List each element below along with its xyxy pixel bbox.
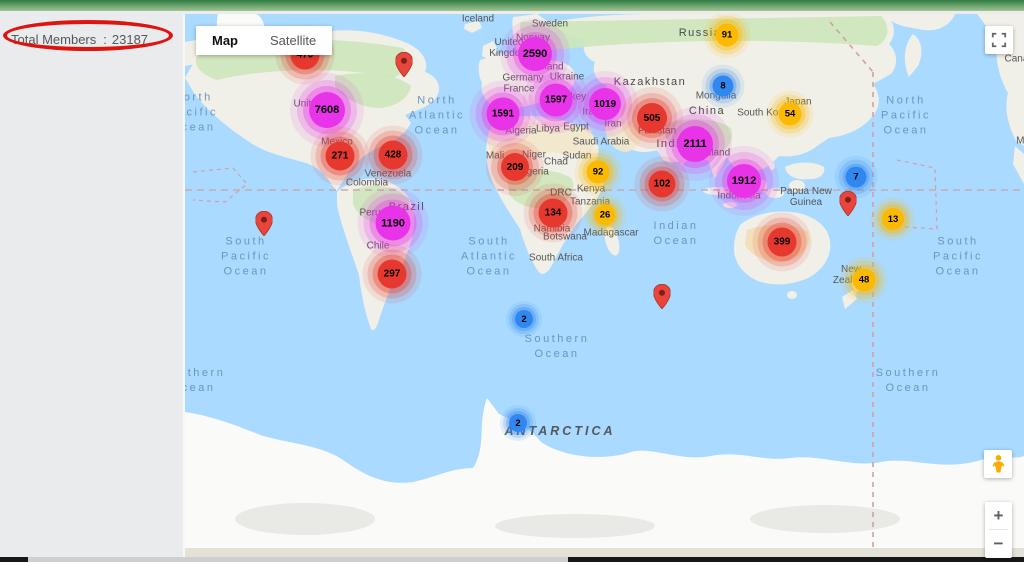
total-members-row: Total Members:23187: [0, 14, 185, 64]
map-pin[interactable]: [840, 191, 857, 216]
map-pin[interactable]: [654, 284, 671, 309]
cluster-marker[interactable]: 1597: [540, 84, 573, 117]
top-accent-bar: [0, 0, 1024, 11]
map-pin-icon: [654, 284, 671, 309]
annotation-ellipse: [3, 20, 173, 51]
sidebar: Total Members:23187: [0, 14, 185, 557]
zoom-in-button[interactable]: +: [985, 502, 1012, 529]
map-pin-icon: [840, 191, 857, 216]
cluster-marker[interactable]: 92: [587, 161, 610, 184]
cluster-marker[interactable]: 297: [378, 260, 407, 289]
map-pin[interactable]: [256, 211, 273, 236]
cluster-marker[interactable]: 7608: [309, 92, 345, 128]
zoom-out-button[interactable]: −: [985, 530, 1012, 557]
map-pin-icon: [256, 211, 273, 236]
map-tab[interactable]: Map: [196, 26, 254, 55]
cluster-marker[interactable]: 1591: [487, 98, 520, 131]
cluster-marker[interactable]: 271: [326, 142, 355, 171]
map-pin-icon: [396, 52, 413, 77]
cluster-marker[interactable]: 399: [768, 228, 797, 257]
pegman-icon: [991, 454, 1006, 474]
map-type-control: Map Satellite: [196, 26, 332, 55]
cluster-marker[interactable]: 102: [649, 171, 676, 198]
fullscreen-button[interactable]: [985, 26, 1013, 54]
map-bottom-strip: [185, 548, 1024, 557]
cluster-marker[interactable]: 2590: [518, 37, 552, 71]
cluster-marker[interactable]: 2: [515, 310, 533, 328]
map-pin[interactable]: [396, 52, 413, 77]
cluster-marker[interactable]: 7: [846, 167, 867, 188]
cluster-marker[interactable]: 91: [716, 24, 739, 47]
cluster-marker[interactable]: 428: [379, 141, 408, 170]
top-divider-strip: [0, 11, 1024, 14]
cluster-marker[interactable]: 134: [539, 199, 568, 228]
cluster-marker[interactable]: 48: [853, 269, 876, 292]
cluster-marker[interactable]: 1190: [376, 206, 411, 241]
cluster-marker[interactable]: 8: [713, 76, 734, 97]
cluster-marker[interactable]: 1912: [727, 164, 761, 198]
cluster-marker[interactable]: 2111: [677, 126, 713, 162]
horizontal-scrollbar-thumb[interactable]: [28, 557, 568, 562]
cluster-marker[interactable]: 13: [882, 208, 904, 230]
cluster-marker[interactable]: 2: [509, 414, 527, 432]
horizontal-scrollbar-track[interactable]: [0, 557, 1024, 562]
fullscreen-icon: [991, 32, 1007, 48]
cluster-marker[interactable]: 26: [595, 205, 616, 226]
cluster-marker[interactable]: 209: [501, 153, 529, 181]
zoom-control: + −: [985, 502, 1012, 558]
cluster-marker[interactable]: 1019: [589, 88, 621, 120]
pegman-button[interactable]: [984, 450, 1012, 478]
cluster-marker[interactable]: 54: [779, 103, 802, 126]
cluster-marker[interactable]: 505: [637, 103, 667, 133]
satellite-tab[interactable]: Satellite: [254, 26, 332, 55]
map-canvas[interactable]: Map Satellite North Atlantic OceanNorth …: [185, 14, 1024, 548]
